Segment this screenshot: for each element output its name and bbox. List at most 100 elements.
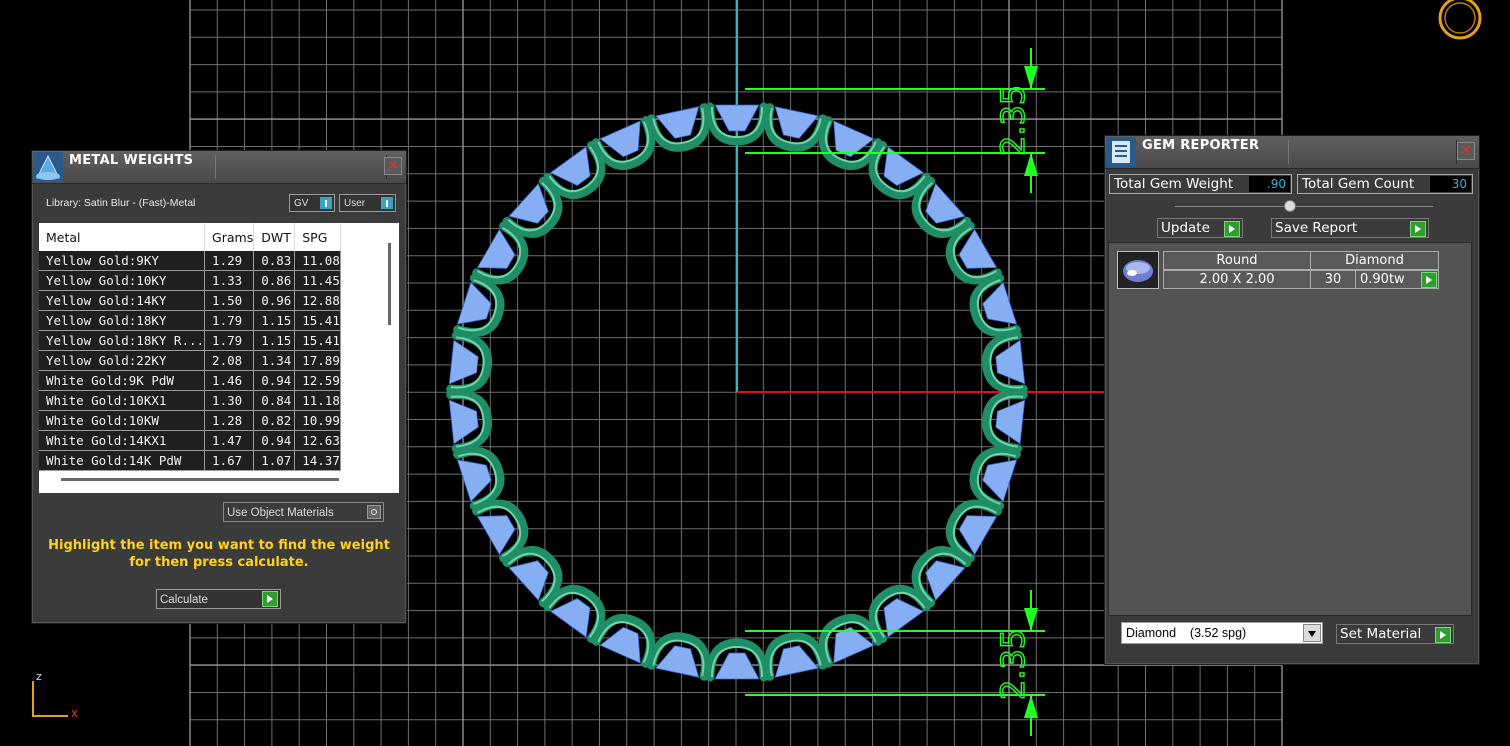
- column-header[interactable]: SPG: [294, 223, 341, 251]
- library-label: Library: Satin Blur - (Fast)-Metal: [46, 197, 196, 209]
- table-cell: 0.94: [253, 370, 296, 391]
- material-select[interactable]: Diamond (3.52 spg): [1121, 622, 1323, 644]
- metal-weights-titlebar[interactable]: METAL WEIGHTS ×: [32, 151, 406, 184]
- table-row[interactable]: White Gold:10KX1 1.30 0.84 11.18: [39, 390, 341, 411]
- dimension-bottom-label: 2.35: [994, 629, 1032, 700]
- table-cell: 1.28: [204, 410, 255, 431]
- table-cell: 2.08: [204, 350, 255, 371]
- material-select-value: Diamond (3.52 spg): [1126, 626, 1247, 640]
- metal-table: Metal Grams DWT SPG Yellow Gold:9KY 1.29 0.83…: [39, 223, 341, 471]
- gem-count: 30: [1310, 270, 1356, 289]
- gem-list-item[interactable]: Round 2.00 X 2.00 Diamond 30 0.90tw: [1117, 251, 1439, 291]
- table-cell: 1.79: [204, 330, 255, 351]
- table-cell: 15.41: [294, 310, 341, 331]
- gem-weight: 0.90tw: [1355, 270, 1439, 289]
- table-cell: Yellow Gold:18KY: [39, 310, 206, 331]
- table-cell: 12.88: [294, 290, 341, 311]
- table-row[interactable]: Yellow Gold:22KY 2.08 1.34 17.89: [39, 350, 341, 371]
- horizontal-scrollbar[interactable]: [61, 478, 339, 481]
- save-report-label: Save Report: [1275, 220, 1358, 236]
- gem-size: 2.00 X 2.00: [1163, 270, 1311, 289]
- table-cell: White Gold:14K PdW: [39, 450, 206, 471]
- save-report-button[interactable]: Save Report: [1271, 218, 1429, 238]
- gv-toggle[interactable]: GV: [289, 194, 335, 212]
- gem-setting: [705, 638, 769, 682]
- table-cell: 0.82: [253, 410, 296, 431]
- update-label: Update: [1161, 220, 1210, 236]
- round-gem-icon: [1117, 251, 1159, 289]
- table-cell: 12.59: [294, 370, 341, 391]
- toggle-indicator-icon: [320, 197, 332, 209]
- gem-shape: Round: [1163, 251, 1311, 270]
- play-arrow-icon: [1224, 221, 1240, 237]
- gem-setting: [763, 632, 828, 681]
- table-cell: 0.84: [253, 390, 296, 411]
- table-cell: 1.30: [204, 390, 255, 411]
- table-cell: 1.34: [253, 350, 296, 371]
- table-cell: White Gold:10KW: [39, 410, 206, 431]
- gem-setting: [763, 103, 828, 152]
- total-gem-count: Total Gem Count 30: [1297, 174, 1473, 194]
- table-cell: Yellow Gold:14KY: [39, 290, 206, 311]
- calculate-label: Calculate: [160, 594, 208, 606]
- table-cell: 1.50: [204, 290, 255, 311]
- table-row[interactable]: White Gold:9K PdW 1.46 0.94 12.59: [39, 370, 341, 391]
- gem-setting: [969, 273, 1021, 338]
- gem-setting: [969, 446, 1021, 511]
- update-button[interactable]: Update: [1157, 218, 1243, 238]
- set-material-button[interactable]: Set Material: [1336, 624, 1454, 644]
- ring-icon[interactable]: [1438, 0, 1482, 40]
- chevron-down-icon[interactable]: [1303, 624, 1321, 642]
- radio-icon: [367, 505, 381, 519]
- column-header[interactable]: DWT: [253, 223, 296, 251]
- table-cell: 0.86: [253, 270, 296, 291]
- table-cell: 1.67: [204, 450, 255, 471]
- gem-type: Diamond: [1310, 251, 1439, 270]
- table-row[interactable]: White Gold:14KX1 1.47 0.94 12.63: [39, 430, 341, 451]
- use-object-materials-label: Use Object Materials: [227, 507, 334, 519]
- use-object-materials-toggle[interactable]: Use Object Materials: [223, 502, 384, 522]
- title-grip: [215, 155, 387, 179]
- table-cell: 1.07: [253, 450, 296, 471]
- size-slider-track[interactable]: [1175, 206, 1433, 207]
- table-row[interactable]: Yellow Gold:10KY 1.33 0.86 11.45: [39, 270, 341, 291]
- table-cell: 12.63: [294, 430, 341, 451]
- table-row[interactable]: White Gold:10KW 1.28 0.82 10.99: [39, 410, 341, 431]
- close-icon[interactable]: ×: [384, 157, 402, 175]
- gem-setting: [446, 389, 493, 454]
- total-gem-weight: Total Gem Weight .90: [1109, 174, 1292, 194]
- column-header[interactable]: Grams: [204, 223, 255, 251]
- column-header[interactable]: Metal: [39, 223, 206, 251]
- close-icon[interactable]: ×: [1457, 142, 1475, 160]
- vertical-scrollbar[interactable]: [388, 243, 391, 325]
- user-toggle[interactable]: User: [339, 194, 396, 212]
- calculate-button[interactable]: Calculate: [156, 589, 281, 609]
- total-gem-weight-label: Total Gem Weight: [1114, 176, 1234, 192]
- gem-reporter-panel: GEM REPORTER × Total Gem Weight .90 Tota…: [1104, 135, 1480, 665]
- play-arrow-icon[interactable]: [1421, 272, 1437, 288]
- table-cell: 11.08: [294, 251, 341, 271]
- table-row[interactable]: Yellow Gold:14KY 1.50 0.96 12.88: [39, 290, 341, 311]
- table-cell: 11.45: [294, 270, 341, 291]
- set-material-label: Set Material: [1340, 626, 1422, 642]
- table-cell: 11.18: [294, 390, 341, 411]
- table-cell: White Gold:14KX1: [39, 430, 206, 451]
- table-row[interactable]: Yellow Gold:18KY R... 1.79 1.15 15.41: [39, 330, 341, 351]
- gem-reporter-titlebar[interactable]: GEM REPORTER ×: [1105, 136, 1479, 169]
- table-row[interactable]: Yellow Gold:18KY 1.79 1.15 15.41: [39, 310, 341, 331]
- table-row[interactable]: White Gold:14K PdW 1.67 1.07 14.37: [39, 450, 341, 471]
- table-cell: 14.37: [294, 450, 341, 471]
- metal-weights-title: METAL WEIGHTS: [69, 153, 194, 168]
- table-cell: Yellow Gold:18KY R...: [39, 330, 206, 351]
- gem-list[interactable]: Round 2.00 X 2.00 Diamond 30 0.90tw: [1108, 242, 1472, 616]
- table-cell: 1.15: [253, 310, 296, 331]
- metal-table-container[interactable]: Metal Grams DWT SPG Yellow Gold:9KY 1.29 0.83…: [39, 223, 399, 493]
- table-cell: Yellow Gold:10KY: [39, 270, 206, 291]
- gem-setting: [646, 103, 711, 152]
- table-row[interactable]: Yellow Gold:9KY 1.29 0.83 11.08: [39, 251, 341, 271]
- table-cell: 1.33: [204, 270, 255, 291]
- size-slider-knob[interactable]: [1284, 200, 1296, 212]
- table-cell: 0.94: [253, 430, 296, 451]
- table-cell: 1.47: [204, 430, 255, 451]
- scale-icon: [33, 152, 63, 182]
